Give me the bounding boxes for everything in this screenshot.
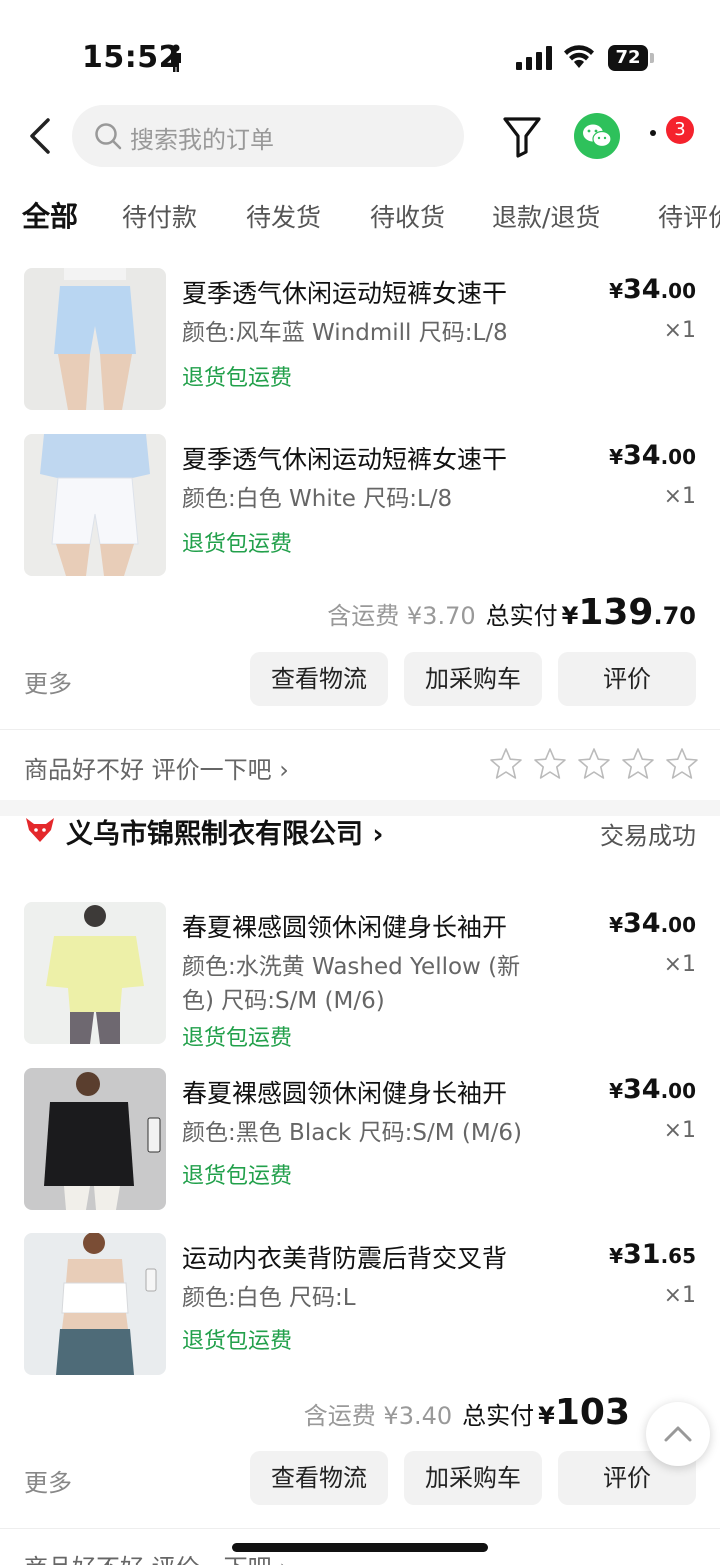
- rate-prompt-row[interactable]: 商品好不好 评价一下吧 ›: [0, 732, 720, 802]
- star-icon[interactable]: [664, 746, 700, 782]
- product-quantity: ×1: [663, 952, 696, 977]
- rating-stars[interactable]: [488, 746, 700, 782]
- product-title: 春夏裸感圆领休闲健身长袖开: [182, 913, 508, 942]
- tab-refund-return[interactable]: 退款/退货: [492, 198, 600, 234]
- chevron-left-icon[interactable]: [22, 112, 62, 160]
- filter-icon[interactable]: [502, 114, 542, 158]
- product-title: 夏季透气休闲运动短裤女速干: [182, 445, 508, 474]
- signal-icon: [516, 46, 552, 70]
- search-placeholder: 搜索我的订单: [130, 126, 274, 154]
- total-amount: 139: [578, 592, 654, 633]
- divider: [0, 729, 720, 730]
- home-indicator: [232, 1543, 488, 1552]
- notification-badge: 3: [666, 116, 694, 144]
- add-to-cart-button[interactable]: 加采购车: [404, 1451, 542, 1505]
- product-quantity: ×1: [663, 318, 696, 343]
- product-title: 运动内衣美背防震后背交叉背: [182, 1244, 508, 1273]
- product-price: ¥34.00: [609, 274, 696, 305]
- person-icon: [171, 44, 181, 72]
- shop-name[interactable]: 义乌市锦熙制衣有限公司 ›: [66, 812, 384, 851]
- star-icon[interactable]: [488, 746, 524, 782]
- tab-pending-payment[interactable]: 待付款: [122, 198, 197, 234]
- freight-text: 含运费 ¥3.40: [303, 1402, 453, 1430]
- order-actions: 更多 查看物流 加采购车 评价: [0, 652, 720, 708]
- order-item[interactable]: 夏季透气休闲运动短裤女速干 颜色:风车蓝 Windmill 尺码:L/8 退货包…: [0, 268, 720, 418]
- product-spec: 颜色:白色 尺码:L: [182, 1285, 356, 1311]
- search-input[interactable]: 搜索我的订单: [72, 105, 464, 167]
- star-icon[interactable]: [532, 746, 568, 782]
- order-item[interactable]: 春夏裸感圆领休闲健身长袖开 颜色:水洗黄 Washed Yellow (新色) …: [0, 902, 720, 1052]
- total-amount: 103: [554, 1392, 630, 1433]
- order-summary: 含运费 ¥3.70 总实付 ¥139.70: [327, 592, 696, 633]
- shop-logo-icon: [26, 818, 54, 842]
- tab-pending-receipt[interactable]: 待收货: [370, 198, 445, 234]
- shop-header[interactable]: 义乌市锦熙制衣有限公司 › 交易成功: [0, 812, 720, 852]
- order-status: 交易成功: [600, 822, 696, 850]
- product-image: [24, 1233, 166, 1375]
- order-item[interactable]: 夏季透气休闲运动短裤女速干 颜色:白色 White 尺码:L/8 退货包运费 ¥…: [0, 434, 720, 584]
- search-icon: [95, 123, 122, 150]
- product-price: ¥34.00: [609, 1074, 696, 1105]
- tab-pending-review[interactable]: 待评价: [658, 198, 720, 234]
- scroll-to-top-button[interactable]: [646, 1402, 710, 1466]
- star-icon[interactable]: [576, 746, 612, 782]
- more-button[interactable]: 更多: [24, 664, 72, 699]
- product-quantity: ×1: [663, 1283, 696, 1308]
- rate-prompt: 商品好不好 评价一下吧 ›: [24, 756, 289, 784]
- star-icon[interactable]: [620, 746, 656, 782]
- product-title: 春夏裸感圆领休闲健身长袖开: [182, 1079, 508, 1108]
- view-logistics-button[interactable]: 查看物流: [250, 652, 388, 706]
- product-title: 夏季透气休闲运动短裤女速干: [182, 279, 508, 308]
- battery-icon: 72: [608, 45, 654, 71]
- status-bar: 15:52 72: [0, 0, 720, 100]
- add-to-cart-button[interactable]: 加采购车: [404, 652, 542, 706]
- return-freight-tag: 退货包运费: [182, 1329, 293, 1354]
- chevron-up-icon: [664, 1426, 692, 1442]
- return-freight-tag: 退货包运费: [182, 1164, 293, 1189]
- return-freight-tag: 退货包运费: [182, 1026, 293, 1051]
- order-summary: 含运费 ¥3.40 总实付 ¥103: [303, 1392, 630, 1433]
- product-price: ¥31.65: [609, 1239, 696, 1270]
- divider: [0, 1528, 720, 1529]
- order-tabs: 全部 待付款 待发货 待收货 退款/退货 待评价: [0, 190, 720, 250]
- return-freight-tag: 退货包运费: [182, 532, 293, 557]
- tab-pending-shipment[interactable]: 待发货: [246, 198, 321, 234]
- product-spec: 颜色:白色 White 尺码:L/8: [182, 486, 453, 512]
- more-button[interactable]: 更多: [24, 1463, 72, 1498]
- total-label: 总实付: [462, 1402, 535, 1430]
- product-spec: 颜色:水洗黄 Washed Yellow (新色) 尺码:S/M (M/6): [182, 954, 521, 1014]
- more-icon[interactable]: [650, 130, 660, 140]
- product-image: [24, 902, 166, 1044]
- wifi-icon: [564, 45, 594, 68]
- wechat-icon[interactable]: [574, 113, 620, 159]
- return-freight-tag: 退货包运费: [182, 366, 293, 391]
- total-label: 总实付: [485, 602, 558, 630]
- product-price: ¥34.00: [609, 908, 696, 939]
- product-image: [24, 434, 166, 576]
- battery-level: 72: [608, 45, 648, 71]
- product-quantity: ×1: [663, 1118, 696, 1143]
- product-image: [24, 268, 166, 410]
- tab-all[interactable]: 全部: [22, 195, 78, 235]
- order-actions: 更多 查看物流 加采购车 评价: [0, 1451, 720, 1507]
- product-image: [24, 1068, 166, 1210]
- status-time: 15:52: [82, 40, 180, 75]
- review-button[interactable]: 评价: [558, 652, 696, 706]
- order-item[interactable]: 运动内衣美背防震后背交叉背 颜色:白色 尺码:L 退货包运费 ¥31.65 ×1: [0, 1233, 720, 1383]
- order-item[interactable]: 春夏裸感圆领休闲健身长袖开 颜色:黑色 Black 尺码:S/M (M/6) 退…: [0, 1068, 720, 1218]
- product-spec: 颜色:风车蓝 Windmill 尺码:L/8: [182, 320, 508, 346]
- product-price: ¥34.00: [609, 440, 696, 471]
- view-logistics-button[interactable]: 查看物流: [250, 1451, 388, 1505]
- freight-text: 含运费 ¥3.70: [327, 602, 476, 630]
- product-spec: 颜色:黑色 Black 尺码:S/M (M/6): [182, 1120, 523, 1146]
- product-quantity: ×1: [663, 484, 696, 509]
